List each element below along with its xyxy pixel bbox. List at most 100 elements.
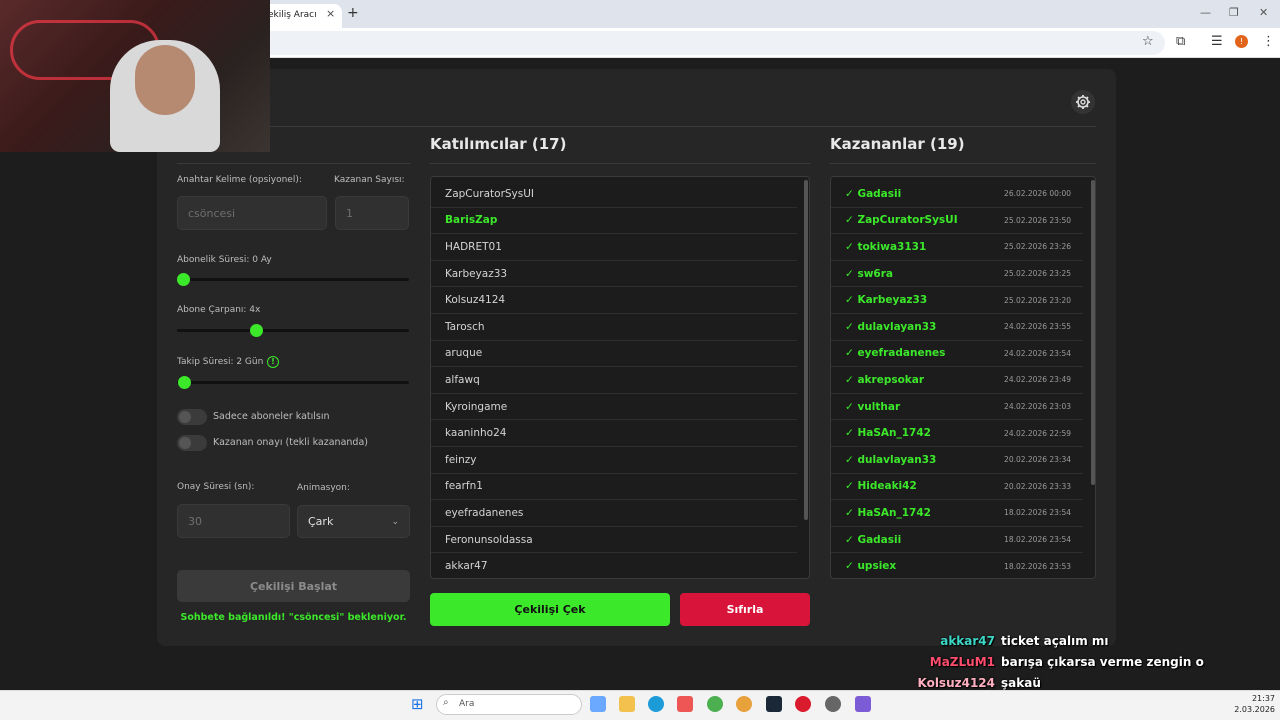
participant-name: alfawq: [445, 373, 480, 386]
participant-row[interactable]: eyefradanenes: [431, 500, 797, 527]
reset-button[interactable]: Sıfırla: [680, 593, 810, 626]
winner-row[interactable]: ✓ Karbeyaz33 25.02.2026 23:20: [831, 287, 1083, 314]
sub-duration-slider-thumb[interactable]: [177, 273, 190, 286]
animation-select[interactable]: Çark ⌄: [297, 505, 410, 538]
sub-duration-slider[interactable]: [177, 278, 409, 281]
winner-row[interactable]: ✓ tokiwa3131 25.02.2026 23:26: [831, 234, 1083, 261]
participant-name: Feronunsoldassa: [445, 533, 533, 546]
teams-icon[interactable]: [855, 696, 871, 712]
participant-row[interactable]: alfawq: [431, 367, 797, 394]
media-icon[interactable]: ☰: [1211, 34, 1223, 49]
menu-icon[interactable]: ⋮: [1262, 34, 1275, 49]
maximize-icon[interactable]: ❐: [1229, 6, 1239, 19]
participant-name: feinzy: [445, 453, 477, 466]
file-explorer-icon[interactable]: [619, 696, 635, 712]
winner-row[interactable]: ✓ HaSAn_1742 24.02.2026 22:59: [831, 420, 1083, 447]
tab-close-icon[interactable]: ×: [326, 7, 335, 20]
url-field[interactable]: [260, 31, 1165, 55]
participant-row[interactable]: feinzy: [431, 447, 797, 474]
winner-date: 26.02.2026 00:00: [1004, 189, 1071, 199]
winner-row[interactable]: ✓ vulthar 24.02.2026 23:03: [831, 394, 1083, 421]
participant-row[interactable]: Kyroingame: [431, 394, 797, 421]
winner-count-input[interactable]: 1: [335, 196, 409, 230]
participants-list[interactable]: ZapCuratorSysUI BarisZap HADRET01 Karbeyaz3…: [430, 176, 810, 579]
only-subs-toggle[interactable]: [177, 409, 207, 425]
participant-row[interactable]: ZapCuratorSysUI: [431, 181, 797, 208]
participant-row[interactable]: Feronunsoldassa: [431, 527, 797, 554]
confirm-time-input[interactable]: 30: [177, 504, 290, 538]
winner-name: ✓ upsiex: [845, 560, 897, 573]
chrome-icon[interactable]: [707, 696, 723, 712]
participant-row[interactable]: fearfn1: [431, 474, 797, 501]
chat-message: ticket açalım mı: [1001, 634, 1109, 648]
winner-confirm-toggle[interactable]: [177, 435, 207, 451]
participant-name: Tarosch: [445, 320, 485, 333]
winner-row[interactable]: ✓ dulavlayan33 24.02.2026 23:55: [831, 314, 1083, 341]
chat-username: akkar47: [940, 634, 995, 648]
participant-row[interactable]: Tarosch: [431, 314, 797, 341]
taskbar-search[interactable]: Ara: [436, 694, 582, 715]
animation-value: Çark: [308, 515, 334, 528]
participant-row[interactable]: HADRET01: [431, 234, 797, 261]
participants-scrollbar[interactable]: [804, 180, 808, 520]
winners-scrollbar[interactable]: [1091, 180, 1095, 485]
participant-row[interactable]: Karbeyaz33: [431, 261, 797, 288]
winner-row[interactable]: ✓ akrepsokar 24.02.2026 23:49: [831, 367, 1083, 394]
winner-row[interactable]: ✓ ZapCuratorSysUI 25.02.2026 23:50: [831, 208, 1083, 235]
search-icon: ⌕: [443, 697, 449, 708]
store-icon[interactable]: [677, 696, 693, 712]
settings-divider: [177, 163, 410, 164]
participant-row[interactable]: Kolsuz4124: [431, 287, 797, 314]
winner-row[interactable]: ✓ sw6ra 25.02.2026 23:25: [831, 261, 1083, 288]
bookmark-star-icon[interactable]: ☆: [1142, 34, 1154, 49]
opera-icon[interactable]: [795, 696, 811, 712]
info-icon[interactable]: !: [267, 356, 279, 368]
winner-date: 25.02.2026 23:25: [1004, 269, 1071, 279]
participant-row[interactable]: akkar47: [431, 553, 797, 578]
winner-row[interactable]: ✓ Hideaki42 20.02.2026 23:33: [831, 474, 1083, 501]
settings-gear-icon[interactable]: [1071, 90, 1095, 114]
winner-count-label: Kazanan Sayısı:: [334, 175, 405, 185]
winner-row[interactable]: ✓ dulavlayan33 20.02.2026 23:34: [831, 447, 1083, 474]
edge-icon[interactable]: [648, 696, 664, 712]
chrome-profile-icon[interactable]: [736, 696, 752, 712]
keyword-input[interactable]: csöncesi: [177, 196, 327, 230]
winner-name: ✓ Gadasii: [845, 187, 902, 200]
connection-status: Sohbete bağlanıldı! "csöncesi" bekleniyo…: [180, 612, 407, 623]
confirm-time-label: Onay Süresi (sn):: [177, 482, 255, 492]
sub-multiplier-slider-thumb[interactable]: [250, 324, 263, 337]
winner-row[interactable]: ✓ Gadasii 18.02.2026 23:54: [831, 527, 1083, 554]
confirm-time-value: 30: [188, 514, 202, 528]
winner-name: ✓ tokiwa3131: [845, 240, 927, 253]
minimize-icon[interactable]: —: [1200, 6, 1211, 19]
winners-list[interactable]: ✓ Gadasii 26.02.2026 00:00 ✓ ZapCuratorSys…: [830, 176, 1096, 579]
winner-date: 24.02.2026 22:59: [1004, 428, 1071, 438]
extensions-icon[interactable]: ⧉: [1176, 34, 1185, 49]
winner-row[interactable]: ✓ HaSAn_1742 18.02.2026 23:54: [831, 500, 1083, 527]
winner-name: ✓ Gadasii: [845, 533, 902, 546]
start-giveaway-button[interactable]: Çekilişi Başlat: [177, 570, 410, 602]
participant-row[interactable]: BarisZap: [431, 208, 797, 235]
draw-button[interactable]: Çekilişi Çek: [430, 593, 670, 626]
close-window-icon[interactable]: ✕: [1259, 6, 1268, 19]
steam-icon[interactable]: [766, 696, 782, 712]
winner-name: ✓ ZapCuratorSysUI: [845, 214, 958, 227]
only-subs-label: Sadece aboneler katılsın: [213, 411, 330, 422]
participant-row[interactable]: kaaninho24: [431, 420, 797, 447]
start-menu-icon[interactable]: ⊞: [411, 695, 424, 713]
participant-row[interactable]: aruque: [431, 341, 797, 368]
winner-row[interactable]: ✓ eyefradanenes 24.02.2026 23:54: [831, 341, 1083, 368]
sub-multiplier-slider[interactable]: [177, 329, 409, 332]
follow-duration-slider[interactable]: [177, 381, 409, 384]
app-icon[interactable]: [825, 696, 841, 712]
follow-duration-slider-thumb[interactable]: [178, 376, 191, 389]
system-clock[interactable]: 21:37 2.03.2026: [1230, 693, 1275, 715]
winner-name: ✓ Hideaki42: [845, 480, 917, 493]
winner-row[interactable]: ✓ upsiex 18.02.2026 23:53: [831, 553, 1083, 578]
winner-name: ✓ dulavlayan33: [845, 453, 937, 466]
new-tab-icon[interactable]: +: [347, 5, 359, 21]
winner-row[interactable]: ✓ Gadasii 26.02.2026 00:00: [831, 181, 1083, 208]
widgets-icon[interactable]: [590, 696, 606, 712]
winner-date: 18.02.2026 23:54: [1004, 535, 1071, 545]
profile-avatar-icon[interactable]: !: [1235, 35, 1248, 48]
